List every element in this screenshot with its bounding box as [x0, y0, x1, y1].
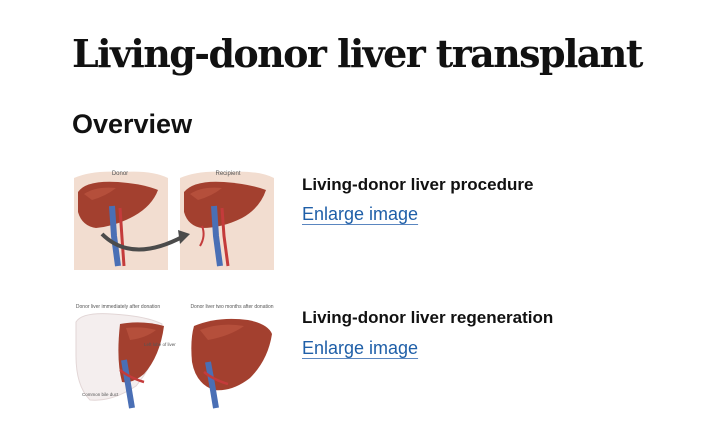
two-months-label: Donor liver two months after donation	[190, 304, 273, 310]
regeneration-illustration[interactable]: Donor liver immediately after donation D…	[72, 300, 276, 410]
enlarge-image-link-regeneration[interactable]: Enlarge image	[302, 336, 418, 360]
procedure-illustration-svg: Donor Recipient	[74, 171, 274, 270]
figure-caption-procedure: Living-donor liver procedure	[302, 175, 534, 194]
figure-caption-regeneration: Living-donor liver regeneration	[302, 308, 554, 327]
recipient-label: Recipient	[215, 171, 240, 177]
section-heading: Overview	[72, 109, 193, 139]
procedure-illustration[interactable]: Donor Recipient	[72, 166, 276, 276]
left-lobe-label: Left lobe of liver	[144, 342, 176, 347]
regeneration-illustration-svg: Donor liver immediately after donation D…	[75, 304, 274, 409]
immediate-label: Donor liver immediately after donation	[76, 304, 160, 310]
page-title: Living-donor liver transplant	[72, 31, 643, 76]
bile-duct-label: Common bile duct	[82, 392, 119, 397]
donor-label: Donor	[112, 171, 128, 177]
enlarge-image-link-procedure[interactable]: Enlarge image	[302, 202, 418, 226]
